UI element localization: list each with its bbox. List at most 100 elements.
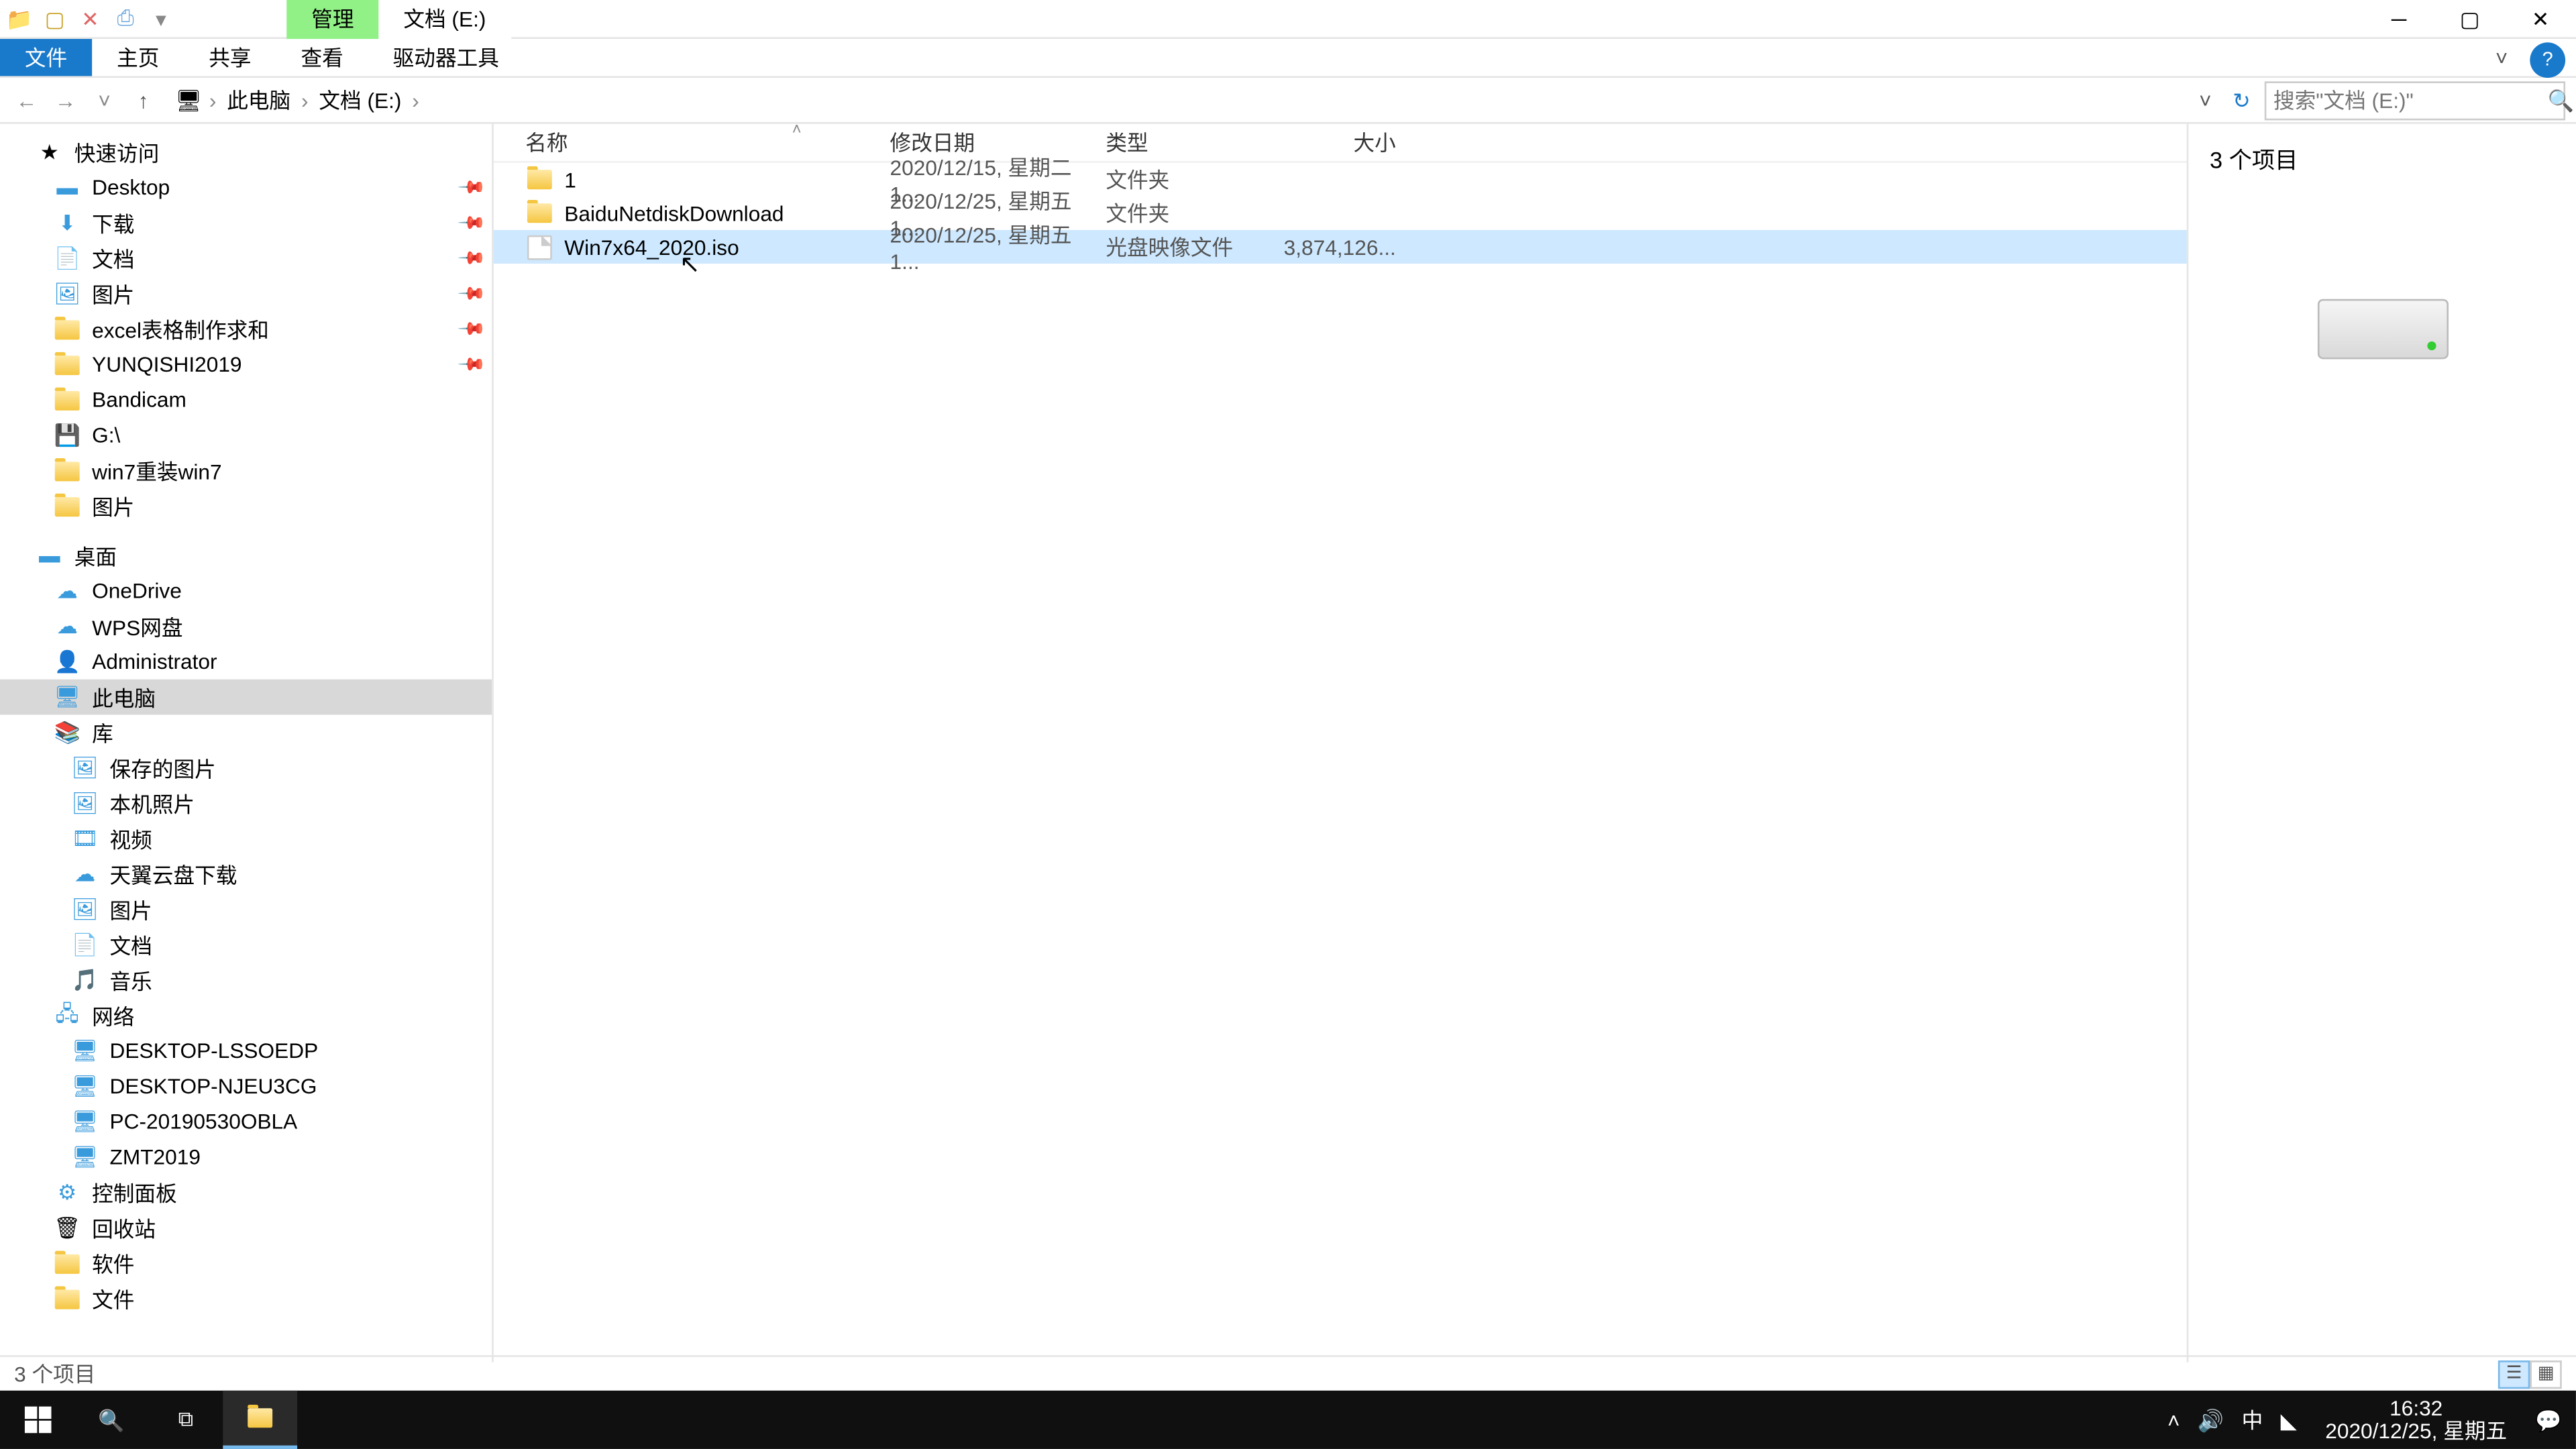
ribbon-tab-view[interactable]: 查看 xyxy=(276,39,368,76)
nav-lib-item[interactable]: 🖼图片 xyxy=(0,892,492,927)
taskbar: 🔍 ⧉ ˄ 🔊 中 ◣ 16:32 2020/12/25, 星期五 💬 xyxy=(0,1391,2576,1449)
sort-asc-icon: ˄ xyxy=(792,120,802,138)
column-headers: 名称˄ 修改日期 类型 大小 xyxy=(494,124,2187,163)
pictures-icon: 🖼 xyxy=(70,897,99,922)
qat-dropdown-icon[interactable]: ▾ xyxy=(149,6,174,31)
nav-user[interactable]: 👤Administrator xyxy=(0,644,492,680)
nav-recycle-bin[interactable]: 🗑回收站 xyxy=(0,1210,492,1246)
nav-net-item[interactable]: 🖥PC-20190530OBLA xyxy=(0,1104,492,1140)
nav-net-item[interactable]: 🖥DESKTOP-NJEU3CG xyxy=(0,1069,492,1104)
network-icon: 🖧 xyxy=(53,1003,81,1028)
taskbar-search-button[interactable]: 🔍 xyxy=(74,1391,149,1449)
column-name[interactable]: 名称˄ xyxy=(525,127,890,158)
nav-quick-item[interactable]: Bandicam xyxy=(0,382,492,418)
ribbon-tab-share[interactable]: 共享 xyxy=(184,39,276,76)
nav-net-item[interactable]: 🖥ZMT2019 xyxy=(0,1139,492,1175)
nav-quick-access[interactable]: ★快速访问 xyxy=(0,134,492,170)
ime-indicator[interactable]: 中 xyxy=(2242,1405,2263,1435)
user-icon: 👤 xyxy=(53,649,81,674)
column-size[interactable]: 大小 xyxy=(1283,127,1396,158)
nav-wps[interactable]: ☁WPS网盘 xyxy=(0,608,492,644)
iso-file-icon xyxy=(525,234,553,259)
file-row[interactable]: Win7x64_2020.iso 2020/12/25, 星期五 1... 光盘… xyxy=(494,230,2187,264)
title-bar: 📁 ▢ ✕ ⎙ ▾ 管理 文档 (E:) ─ ▢ ✕ xyxy=(0,0,2576,39)
search-icon[interactable]: 🔍 xyxy=(2548,88,2574,113)
chevron-right-icon[interactable]: › xyxy=(412,88,419,113)
nav-control-panel[interactable]: ⚙控制面板 xyxy=(0,1175,492,1210)
pin-icon: 📌 xyxy=(455,279,485,309)
help-button[interactable]: ? xyxy=(2530,42,2565,78)
nav-lib-item[interactable]: 🖼保存的图片 xyxy=(0,750,492,786)
tray-app-icon[interactable]: ◣ xyxy=(2281,1407,2297,1432)
qat-new-icon[interactable]: ⎙ xyxy=(113,6,138,31)
view-icons-button[interactable]: ▦ xyxy=(2530,1360,2561,1388)
column-type[interactable]: 类型 xyxy=(1106,127,1283,158)
task-view-button[interactable]: ⧉ xyxy=(149,1391,223,1449)
ribbon-tab-drive-tools[interactable]: 驱动器工具 xyxy=(368,39,524,76)
minimize-button[interactable]: ─ xyxy=(2363,6,2434,31)
nav-lib-item[interactable]: 🖼本机照片 xyxy=(0,786,492,821)
nav-lib-item[interactable]: 🎵音乐 xyxy=(0,963,492,998)
search-box[interactable]: 🔍 xyxy=(2265,80,2565,119)
ribbon-tab-file[interactable]: 文件 xyxy=(0,39,92,76)
nav-quick-item[interactable]: excel表格制作求和📌 xyxy=(0,311,492,347)
nav-onedrive[interactable]: ☁OneDrive xyxy=(0,573,492,608)
nav-libraries[interactable]: 📚库 xyxy=(0,714,492,750)
view-details-button[interactable]: ☰ xyxy=(2498,1360,2530,1388)
qat-close-icon[interactable]: ✕ xyxy=(78,6,103,31)
nav-quick-item[interactable]: 📄文档📌 xyxy=(0,241,492,276)
nav-quick-item[interactable]: ⬇下载📌 xyxy=(0,205,492,241)
quick-access-toolbar: 📁 ▢ ✕ ⎙ ▾ xyxy=(0,6,180,31)
refresh-button[interactable]: ↻ xyxy=(2226,88,2257,113)
ribbon-tab-home[interactable]: 主页 xyxy=(92,39,184,76)
folder-icon xyxy=(53,494,81,519)
taskbar-explorer-button[interactable] xyxy=(223,1391,297,1449)
nav-folder[interactable]: 软件 xyxy=(0,1246,492,1281)
back-button[interactable]: ← xyxy=(11,88,42,113)
chevron-right-icon[interactable]: › xyxy=(301,88,309,113)
breadcrumb[interactable]: 🖥 › 此电脑 › 文档 (E:) › xyxy=(166,80,2185,119)
start-button[interactable] xyxy=(0,1391,74,1449)
nav-desktop[interactable]: ▬桌面 xyxy=(0,538,492,574)
nav-quick-item[interactable]: 💾G:\ xyxy=(0,417,492,453)
close-button[interactable]: ✕ xyxy=(2505,6,2575,31)
qat-properties-icon[interactable]: ▢ xyxy=(42,6,67,31)
control-panel-icon: ⚙ xyxy=(53,1180,81,1205)
nav-quick-item[interactable]: 图片 xyxy=(0,488,492,524)
nav-quick-item[interactable]: 🖼图片📌 xyxy=(0,276,492,311)
nav-this-pc[interactable]: 🖥此电脑 xyxy=(0,680,492,715)
file-list[interactable]: 名称˄ 修改日期 类型 大小 1 2020/12/15, 星期二 1... 文件… xyxy=(492,124,2187,1362)
nav-folder[interactable]: 文件 xyxy=(0,1281,492,1316)
clock[interactable]: 16:32 2020/12/25, 星期五 xyxy=(2314,1397,2518,1443)
nav-net-item[interactable]: 🖥DESKTOP-LSSOEDP xyxy=(0,1033,492,1069)
chevron-right-icon[interactable]: › xyxy=(209,88,217,113)
nav-quick-item[interactable]: ▬Desktop📌 xyxy=(0,170,492,205)
drive-icon: 💾 xyxy=(53,423,81,447)
nav-lib-item[interactable]: 🎞视频 xyxy=(0,821,492,857)
nav-quick-item[interactable]: win7重装win7 xyxy=(0,453,492,488)
file-row[interactable]: 1 2020/12/15, 星期二 1... 文件夹 xyxy=(494,163,2187,197)
recent-dropdown-icon[interactable]: ˅ xyxy=(89,88,120,113)
crumb-location[interactable]: 文档 (E:) xyxy=(315,85,405,115)
documents-icon: 📄 xyxy=(53,246,81,271)
pin-icon: 📌 xyxy=(455,315,485,344)
search-input[interactable] xyxy=(2273,88,2548,113)
cloud-icon: ☁ xyxy=(53,614,81,639)
crumb-this-pc[interactable]: 此电脑 xyxy=(223,85,294,115)
nav-quick-item[interactable]: YUNQISHI2019📌 xyxy=(0,347,492,382)
navigation-pane[interactable]: ★快速访问 ▬Desktop📌 ⬇下载📌 📄文档📌 🖼图片📌 excel表格制作… xyxy=(0,124,492,1362)
action-center-icon[interactable]: 💬 xyxy=(2535,1407,2561,1432)
nav-network[interactable]: 🖧网络 xyxy=(0,998,492,1033)
up-button[interactable]: ↑ xyxy=(127,88,159,113)
folder-icon xyxy=(53,1251,81,1276)
maximize-button[interactable]: ▢ xyxy=(2434,6,2505,31)
ribbon-collapse-icon[interactable]: ˅ xyxy=(2480,39,2522,76)
tray-overflow-icon[interactable]: ˄ xyxy=(2167,1407,2180,1432)
volume-icon[interactable]: 🔊 xyxy=(2198,1407,2224,1432)
address-bar: ← → ˅ ↑ 🖥 › 此电脑 › 文档 (E:) › ˅ ↻ 🔍 xyxy=(0,78,2576,124)
contextual-tab-manage[interactable]: 管理 xyxy=(286,0,378,38)
file-row[interactable]: BaiduNetdiskDownload 2020/12/25, 星期五 1..… xyxy=(494,197,2187,230)
nav-lib-item[interactable]: ☁天翼云盘下载 xyxy=(0,856,492,892)
nav-lib-item[interactable]: 📄文档 xyxy=(0,927,492,963)
address-dropdown-icon[interactable]: ˅ xyxy=(2192,88,2219,113)
